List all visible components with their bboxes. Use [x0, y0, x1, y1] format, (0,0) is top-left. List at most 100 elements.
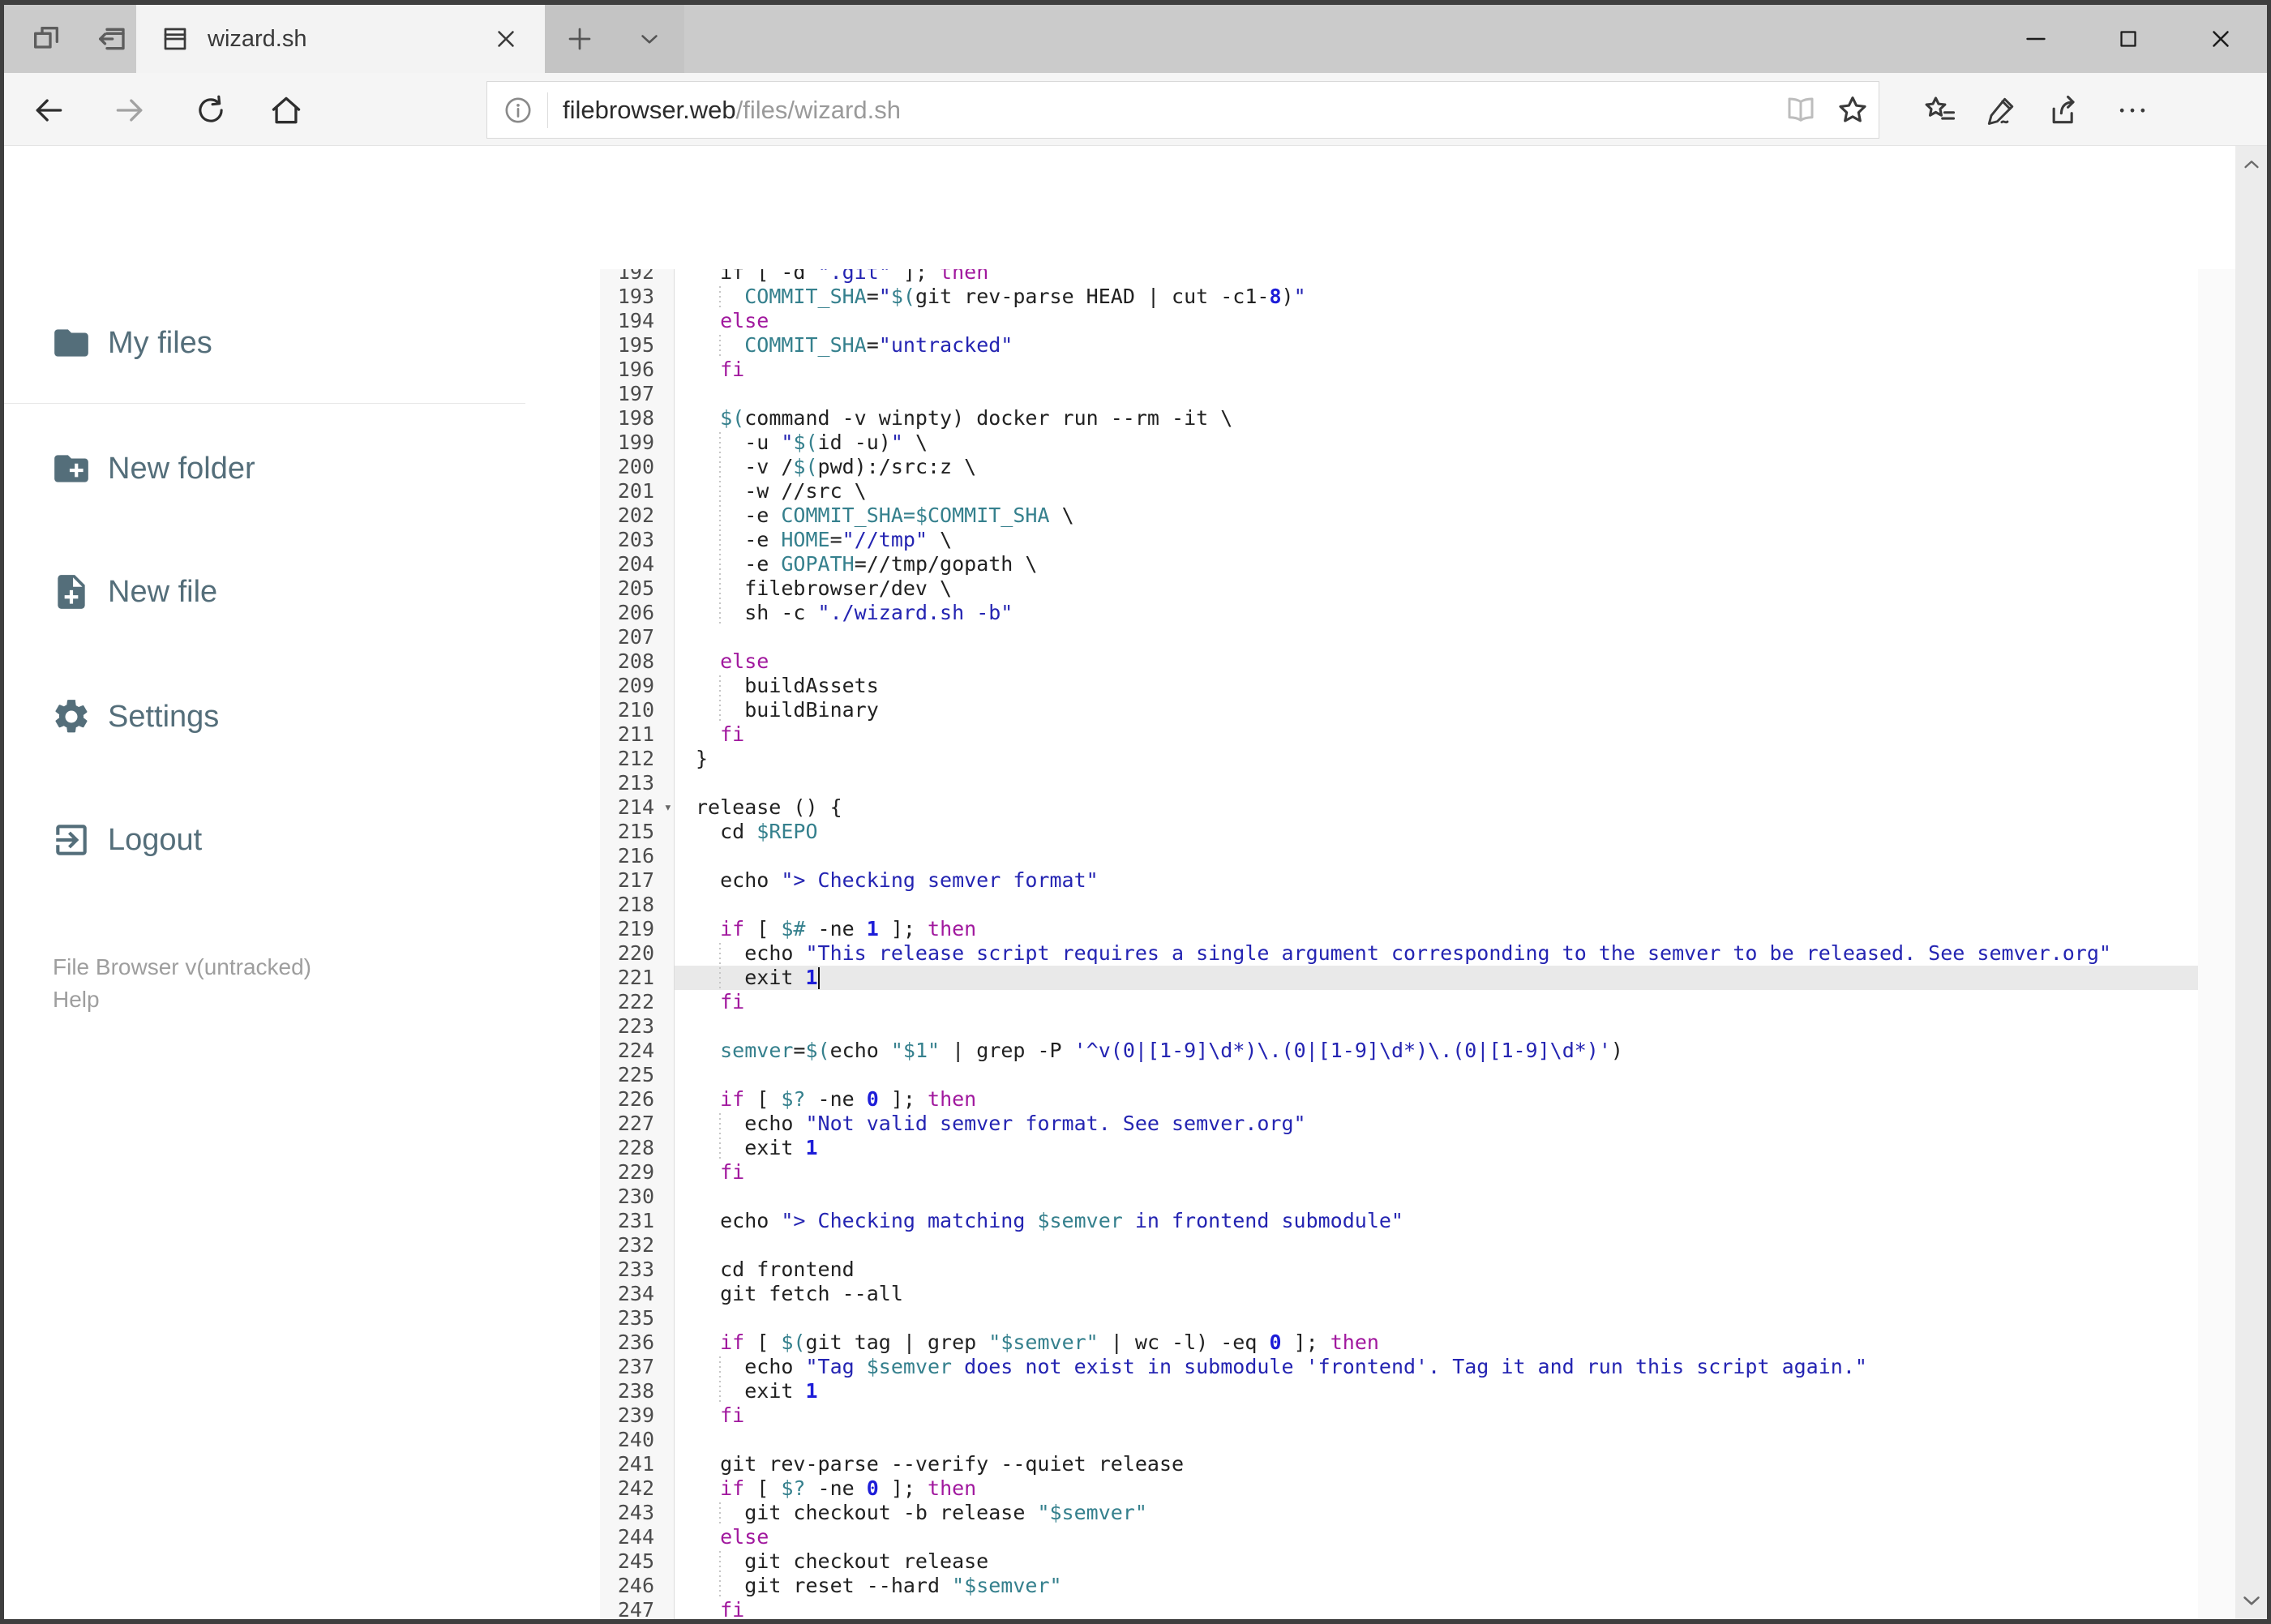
- code-line[interactable]: 211 fi: [600, 722, 2198, 747]
- code-text: if [ -d ".git" ]; then: [696, 269, 989, 284]
- sidebar-item-my-files[interactable]: My files: [4, 308, 600, 378]
- code-line[interactable]: 228 exit 1: [600, 1136, 2198, 1160]
- code-line[interactable]: 192 if [ -d ".git" ]; then: [600, 269, 2198, 285]
- refresh-button[interactable]: [188, 88, 234, 133]
- sidebar-item-settings[interactable]: Settings: [4, 682, 600, 752]
- url-text: filebrowser.web/files/wizard.sh: [563, 96, 901, 125]
- code-line[interactable]: 240: [600, 1428, 2198, 1452]
- sidebar-item-logout[interactable]: Logout: [4, 805, 600, 875]
- code-line[interactable]: 215 cd $REPO: [600, 820, 2198, 844]
- code-line[interactable]: 238 exit 1: [600, 1379, 2198, 1403]
- code-line[interactable]: 220 echo "This release script requires a…: [600, 941, 2198, 966]
- line-number: 205: [600, 576, 675, 601]
- more-options-button[interactable]: [2108, 86, 2157, 135]
- sidebar-item-new-folder[interactable]: New folder: [4, 434, 600, 503]
- code-line[interactable]: 222 fi: [600, 990, 2198, 1014]
- code-line[interactable]: 219 if [ $# -ne 1 ]; then: [600, 917, 2198, 941]
- code-line[interactable]: 193 COMMIT_SHA="$(git rev-parse HEAD | c…: [600, 285, 2198, 309]
- code-line[interactable]: 234 git fetch --all: [600, 1282, 2198, 1306]
- code-line[interactable]: 243 git checkout -b release "$semver": [600, 1501, 2198, 1525]
- code-line[interactable]: 207: [600, 625, 2198, 649]
- code-line[interactable]: 205 filebrowser/dev \: [600, 576, 2198, 601]
- code-line[interactable]: 195 COMMIT_SHA="untracked": [600, 333, 2198, 358]
- code-line[interactable]: 212}: [600, 747, 2198, 771]
- url-path: /files/wizard.sh: [735, 95, 901, 124]
- code-line[interactable]: 196 fi: [600, 358, 2198, 382]
- code-line[interactable]: 201 -w //src \: [600, 479, 2198, 503]
- code-line[interactable]: 242 if [ $? -ne 0 ]; then: [600, 1476, 2198, 1501]
- line-number: 215: [600, 820, 675, 844]
- code-line[interactable]: 208 else: [600, 649, 2198, 674]
- line-number: 244: [600, 1525, 675, 1549]
- code-line[interactable]: 223: [600, 1014, 2198, 1039]
- code-line[interactable]: 194 else: [600, 309, 2198, 333]
- code-line[interactable]: 216: [600, 844, 2198, 868]
- back-button[interactable]: [26, 88, 71, 133]
- code-line[interactable]: 244 else: [600, 1525, 2198, 1549]
- scroll-down-icon[interactable]: [2235, 1582, 2267, 1619]
- code-line[interactable]: 246 git reset --hard "$semver": [600, 1574, 2198, 1598]
- code-line[interactable]: 209 buildAssets: [600, 674, 2198, 698]
- maximize-button[interactable]: [2082, 5, 2175, 73]
- code-line[interactable]: 236 if [ $(git tag | grep "$semver" | wc…: [600, 1330, 2198, 1355]
- scroll-up-icon[interactable]: [2235, 146, 2267, 183]
- code-line[interactable]: 225: [600, 1063, 2198, 1087]
- code-editor[interactable]: 192 if [ -d ".git" ]; then 193 COMMIT_SHA…: [600, 269, 2198, 1619]
- set-tabs-aside-icon[interactable]: [79, 5, 144, 73]
- sidebar-item-new-file[interactable]: New file: [4, 557, 600, 627]
- code-line[interactable]: 210 buildBinary: [600, 698, 2198, 722]
- tab-close-icon[interactable]: [490, 23, 522, 55]
- close-window-button[interactable]: [2175, 5, 2267, 73]
- code-line[interactable]: 198 $(command -v winpty) docker run --rm…: [600, 406, 2198, 431]
- code-line[interactable]: 217 echo "> Checking semver format": [600, 868, 2198, 893]
- code-line[interactable]: 230: [600, 1185, 2198, 1209]
- home-button[interactable]: [264, 88, 309, 133]
- line-number: 226: [600, 1087, 675, 1112]
- code-line[interactable]: 224 semver=$(echo "$1" | grep -P '^v(0|[…: [600, 1039, 2198, 1063]
- code-line-active[interactable]: 221 exit 1: [600, 966, 2198, 990]
- code-line[interactable]: 214 ▾ release () {: [600, 795, 2198, 820]
- annotate-icon: [1983, 92, 2019, 128]
- code-line[interactable]: 226 if [ $? -ne 0 ]; then: [600, 1087, 2198, 1112]
- code-line[interactable]: 247 fi: [600, 1598, 2198, 1619]
- code-line[interactable]: 245 git checkout release: [600, 1549, 2198, 1574]
- page-scrollbar[interactable]: [2235, 146, 2267, 1619]
- code-line[interactable]: 197: [600, 382, 2198, 406]
- code-line[interactable]: 239 fi: [600, 1403, 2198, 1428]
- line-number: 236: [600, 1330, 675, 1355]
- code-line[interactable]: 203 -e HOME="//tmp" \: [600, 528, 2198, 552]
- url-field[interactable]: filebrowser.web/files/wizard.sh: [486, 81, 1879, 139]
- site-info-icon[interactable]: [502, 94, 534, 126]
- share-page-button[interactable]: [2040, 86, 2089, 135]
- code-line[interactable]: 227 echo "Not valid semver format. See s…: [600, 1112, 2198, 1136]
- favorite-star-icon[interactable]: [1827, 84, 1879, 136]
- home-icon: [268, 92, 304, 128]
- help-link[interactable]: Help: [53, 987, 100, 1013]
- code-text: sh -c "./wizard.sh -b": [719, 601, 1013, 625]
- code-line[interactable]: 206 sh -c "./wizard.sh -b": [600, 601, 2198, 625]
- code-line[interactable]: 235: [600, 1306, 2198, 1330]
- favorites-hub-button[interactable]: [1916, 86, 1965, 135]
- annotate-button[interactable]: [1977, 86, 2025, 135]
- tab-list-dropdown[interactable]: [615, 5, 684, 73]
- code-line[interactable]: 229 fi: [600, 1160, 2198, 1185]
- code-line[interactable]: 231 echo "> Checking matching $semver in…: [600, 1209, 2198, 1233]
- code-line[interactable]: 199 -u "$(id -u)" \: [600, 431, 2198, 455]
- forward-button[interactable]: [107, 88, 152, 133]
- code-line[interactable]: 232: [600, 1233, 2198, 1258]
- fold-arrow-icon[interactable]: ▾: [664, 795, 672, 820]
- code-line[interactable]: 233 cd frontend: [600, 1258, 2198, 1282]
- tab-preview-icon[interactable]: [14, 5, 79, 73]
- share-page-icon: [2046, 92, 2082, 128]
- code-line[interactable]: 202 -e COMMIT_SHA=$COMMIT_SHA \: [600, 503, 2198, 528]
- reading-view-icon[interactable]: [1775, 84, 1827, 136]
- browser-tab[interactable]: wizard.sh: [136, 5, 545, 73]
- code-line[interactable]: 204 -e GOPATH=//tmp/gopath \: [600, 552, 2198, 576]
- minimize-button[interactable]: [1990, 5, 2082, 73]
- code-line[interactable]: 241 git rev-parse --verify --quiet relea…: [600, 1452, 2198, 1476]
- code-line[interactable]: 237 echo "Tag $semver does not exist in …: [600, 1355, 2198, 1379]
- new-tab-button[interactable]: [545, 5, 615, 73]
- code-line[interactable]: 218: [600, 893, 2198, 917]
- code-line[interactable]: 213: [600, 771, 2198, 795]
- code-line[interactable]: 200 -v /$(pwd):/src:z \: [600, 455, 2198, 479]
